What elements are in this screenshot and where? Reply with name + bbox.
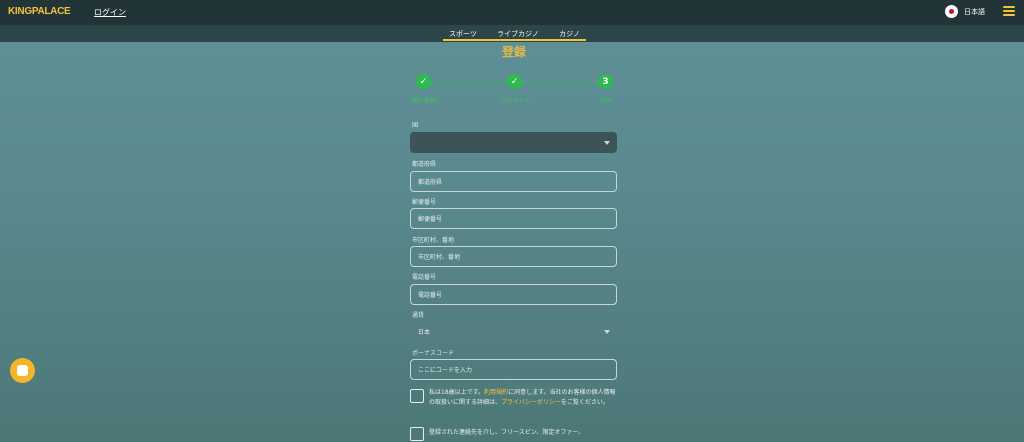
logo-text-king: KING — [8, 6, 32, 17]
checkmark-icon: ✓ — [419, 76, 428, 87]
terms-text: 私は18歳以上です。利用規約に同意します。当社のお客様の個人情報の取扱いに関する… — [429, 388, 619, 408]
city-address-placeholder: 市区町村、番地 — [418, 254, 461, 261]
country-select[interactable] — [410, 132, 617, 153]
chat-button[interactable] — [10, 358, 35, 383]
prefecture-label: 都道府県 — [412, 161, 437, 168]
terms-text-before: 私は18歳以上です。 — [429, 389, 485, 396]
currency-value: 日本 — [418, 329, 431, 336]
login-link[interactable]: ログイン — [94, 7, 126, 18]
bonus-code-input[interactable]: ここにコードを入力 — [410, 359, 617, 380]
step-connector-2 — [522, 82, 599, 83]
site-logo[interactable]: KINGPALACE — [8, 6, 71, 17]
language-label: 日本語 — [964, 7, 985, 16]
chevron-down-icon — [604, 330, 610, 334]
chat-bubble-icon — [17, 365, 28, 376]
city-address-label: 市区町村、番地 — [412, 237, 455, 244]
step-connector-1 — [431, 82, 508, 83]
checkmark-icon: ✓ — [510, 76, 519, 87]
subnav-active-indicator — [443, 39, 586, 41]
terms-text-after: をご覧ください。 — [560, 399, 609, 406]
phone-label: 電話番号 — [412, 274, 437, 281]
phone-placeholder: 電話番号 — [418, 292, 443, 299]
step-2-complete: ✓ — [507, 74, 522, 89]
prefecture-input[interactable]: 都道府県 — [410, 171, 617, 192]
step-label-1: 個人情報 — [411, 98, 436, 105]
promo-text: 登録された連絡先を介し、フリースピン、限定オファー、 — [429, 429, 585, 436]
phone-input[interactable]: 電話番号 — [410, 284, 617, 305]
privacy-policy-link[interactable]: プライバシーポリシー — [501, 399, 561, 406]
logo-text-palace: PALACE — [31, 6, 71, 17]
postal-code-input[interactable]: 郵便番号 — [410, 208, 617, 229]
language-selector[interactable]: 日本語 — [945, 5, 985, 18]
step-number: 3 — [602, 76, 609, 87]
postal-code-placeholder: 郵便番号 — [418, 216, 443, 223]
prefecture-placeholder: 都道府県 — [418, 179, 443, 186]
tab-casino[interactable]: カジノ — [553, 29, 586, 39]
top-bar: KINGPALACE ログイン 日本語 — [0, 0, 1024, 25]
currency-select[interactable]: 日本 — [410, 321, 617, 342]
chevron-down-icon — [604, 141, 610, 145]
page-title: 登録 — [501, 45, 526, 59]
bonus-code-placeholder: ここにコードを入力 — [418, 367, 473, 374]
step-label-2: アカウント — [499, 98, 530, 105]
hamburger-menu-icon[interactable] — [1003, 6, 1015, 16]
terms-link[interactable]: 利用規約 — [484, 389, 508, 396]
bonus-code-label: ボーナスコード — [412, 350, 455, 357]
promo-checkbox[interactable] — [410, 427, 424, 441]
currency-label: 通貨 — [412, 312, 425, 319]
terms-checkbox[interactable] — [410, 389, 424, 403]
city-address-input[interactable]: 市区町村、番地 — [410, 246, 617, 267]
japan-flag-icon — [945, 5, 958, 18]
tab-sports[interactable]: スポーツ — [443, 29, 483, 39]
country-label: 国 — [412, 122, 419, 129]
step-3-current: 3 — [598, 74, 613, 89]
postal-code-label: 郵便番号 — [412, 199, 437, 206]
step-1-complete: ✓ — [416, 74, 431, 89]
step-label-3: 住所 — [599, 98, 612, 105]
tab-live-casino[interactable]: ライブカジノ — [491, 29, 545, 39]
